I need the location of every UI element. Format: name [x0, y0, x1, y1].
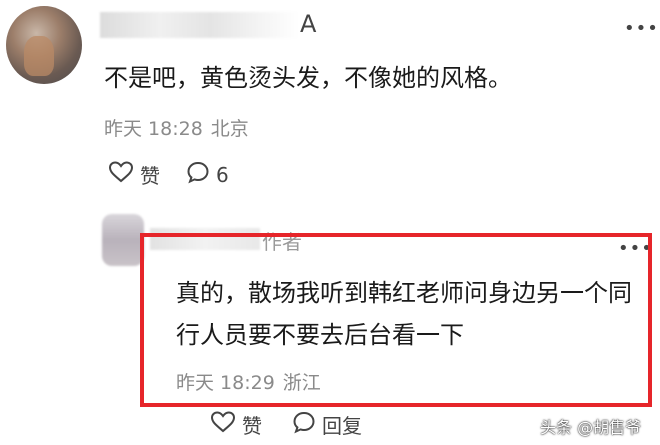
like-label: 赞: [140, 164, 160, 188]
comment-meta: 昨天 18:28 北京: [104, 114, 249, 141]
heart-icon: [210, 410, 236, 439]
reply-meta: 昨天 18:29 浙江: [176, 368, 321, 395]
reply-text: 真的，散场我听到韩红老师问身边另一个同行人员要不要去后台看一下: [176, 279, 632, 349]
reply-time: 昨天 18:29: [176, 372, 275, 394]
reply-like-button[interactable]: 赞: [210, 410, 262, 439]
reply-button[interactable]: 回复: [292, 410, 362, 439]
avatar[interactable]: [6, 6, 82, 84]
comment-location: 北京: [210, 118, 249, 140]
reply-location: 浙江: [282, 372, 321, 394]
comment-time: 昨天 18:28: [104, 118, 203, 140]
like-button[interactable]: 赞: [108, 160, 160, 189]
comment-bubble-icon: [292, 410, 316, 439]
reply-count: 6: [216, 162, 229, 187]
comment-actions: 赞 6: [108, 160, 229, 189]
reply-avatar[interactable]: [102, 214, 144, 266]
more-icon[interactable]: •••: [624, 20, 659, 38]
watermark: 头条 @胡售爷: [540, 418, 642, 437]
comment-bubble-icon: [186, 160, 210, 189]
username-suffix: A: [300, 10, 318, 38]
username-blurred: [100, 12, 300, 38]
comment-text: 不是吧，黄色烫头发，不像她的风格。: [104, 64, 512, 92]
reply-like-label: 赞: [242, 414, 262, 438]
reply-count-button[interactable]: 6: [186, 160, 229, 189]
heart-icon: [108, 160, 134, 189]
reply-actions: 赞 回复: [210, 410, 362, 439]
reply-label: 回复: [322, 414, 362, 438]
